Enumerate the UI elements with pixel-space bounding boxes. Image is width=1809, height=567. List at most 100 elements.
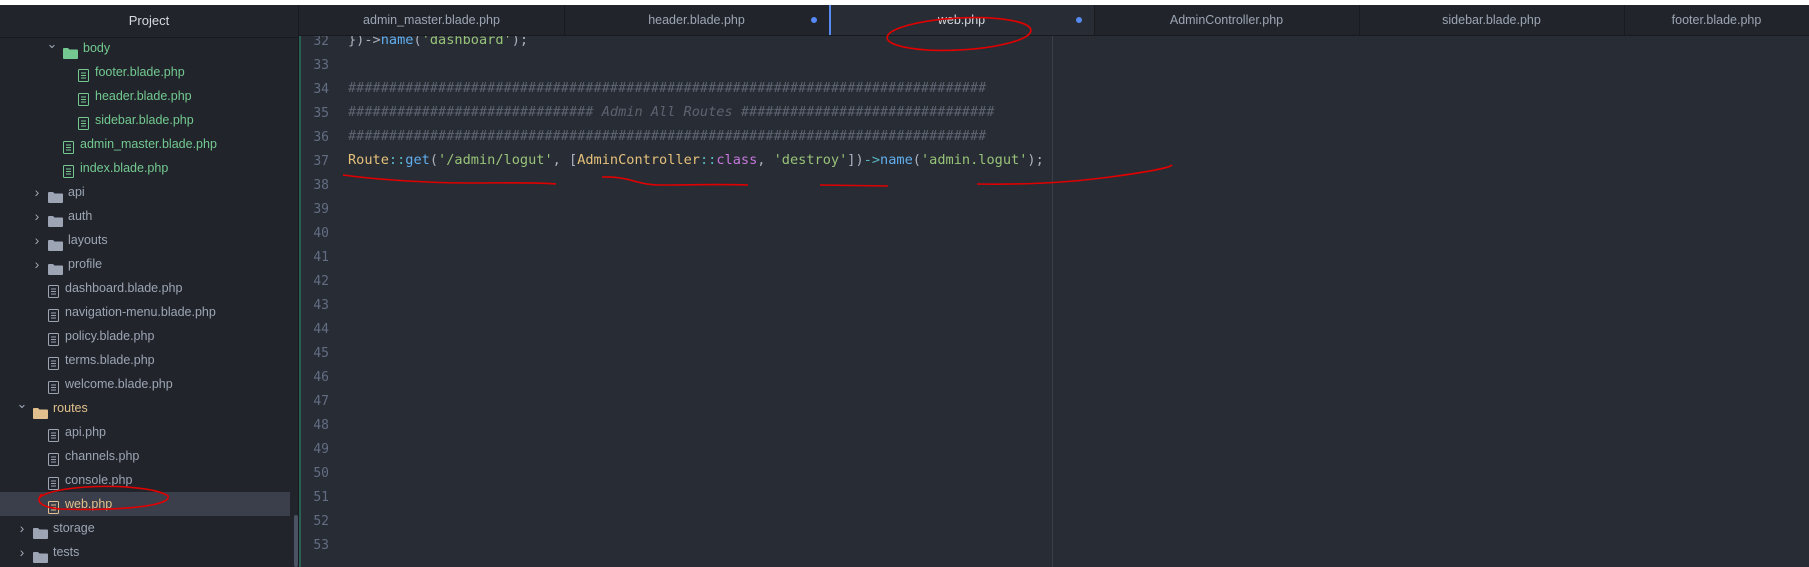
chevron-right-icon[interactable]: › xyxy=(31,204,43,228)
code-token: AdminController xyxy=(577,152,700,168)
code-token: 'dashboard' xyxy=(421,36,512,48)
line-number: 45 xyxy=(313,346,329,361)
chevron-right-icon[interactable]: › xyxy=(31,228,43,252)
line-number: 38 xyxy=(313,178,329,193)
line-number: 51 xyxy=(313,490,329,505)
chevron-right-icon[interactable]: › xyxy=(16,540,28,564)
tab-sidebar-blade-php[interactable]: sidebar.blade.php xyxy=(1359,5,1625,35)
tree-item-label: channels.php xyxy=(65,449,140,463)
file-text-icon xyxy=(48,474,59,490)
tree-file-navigation-menu-blade-php[interactable]: navigation-menu.blade.php xyxy=(0,300,290,324)
chevron-right-icon[interactable]: › xyxy=(31,180,43,204)
code-token: :: xyxy=(699,152,717,168)
tree-item-label: body xyxy=(83,41,111,55)
chevron-right-icon[interactable]: › xyxy=(16,516,28,540)
wrap-guide xyxy=(1052,36,1053,567)
code-token: ########################################… xyxy=(348,80,987,96)
tree-file-channels-php[interactable]: channels.php xyxy=(0,444,290,468)
file-text-icon xyxy=(48,354,59,370)
modified-dot-icon[interactable] xyxy=(811,17,817,23)
code-line[interactable]: ########################################… xyxy=(348,128,986,144)
tree-file-api-php[interactable]: api.php xyxy=(0,420,290,444)
chevron-right-icon[interactable]: › xyxy=(31,252,43,276)
tree-file-policy-blade-php[interactable]: policy.blade.php xyxy=(0,324,290,348)
code-line[interactable]: ############################## Admin All… xyxy=(348,104,995,120)
tree-folder-storage[interactable]: › storage xyxy=(0,516,290,540)
file-text-icon xyxy=(78,66,89,82)
tree-file-dashboard-blade-php[interactable]: dashboard.blade.php xyxy=(0,276,290,300)
code-token: name xyxy=(880,152,913,168)
tree-item-label: welcome.blade.php xyxy=(65,377,173,391)
code-token: ( xyxy=(912,152,921,168)
code-token: 'admin.logut' xyxy=(920,152,1028,168)
line-number: 47 xyxy=(313,394,329,409)
tree-file-welcome-blade-php[interactable]: welcome.blade.php xyxy=(0,372,290,396)
folder-icon xyxy=(33,547,48,563)
tree-file-sidebar-blade-php[interactable]: sidebar.blade.php xyxy=(0,108,290,132)
code-line[interactable]: })->name('dashboard'); xyxy=(348,36,528,48)
tree-item-label: admin_master.blade.php xyxy=(80,137,217,151)
tab-admin-master-blade-php[interactable]: admin_master.blade.php xyxy=(299,5,565,35)
line-number: 44 xyxy=(313,322,329,337)
file-text-icon xyxy=(78,114,89,130)
tree-folder-auth[interactable]: › auth xyxy=(0,204,290,228)
tree-item-label: index.blade.php xyxy=(80,161,169,175)
tab-label: web.php xyxy=(937,13,986,27)
code-token: get xyxy=(405,152,430,168)
code-line[interactable]: ########################################… xyxy=(348,80,986,96)
tree-folder-profile[interactable]: › profile xyxy=(0,252,290,276)
tree-file-console-php[interactable]: console.php xyxy=(0,468,290,492)
tree-folder-body[interactable]: ⌄ body xyxy=(0,36,290,60)
sidebar-scrollbar[interactable] xyxy=(294,515,298,567)
tree-folder-tests[interactable]: › tests xyxy=(0,540,290,564)
code-token: })-> xyxy=(348,36,381,48)
file-text-icon xyxy=(48,498,59,514)
line-number: 36 xyxy=(313,130,329,145)
tree-file-footer-blade-php[interactable]: footer.blade.php xyxy=(0,60,290,84)
tab-header-blade-php[interactable]: header.blade.php xyxy=(564,5,830,35)
line-number: 34 xyxy=(313,82,329,97)
tree-item-label: routes xyxy=(53,401,88,415)
code-token: name xyxy=(380,36,414,48)
code-token: -> xyxy=(863,152,881,168)
tab-label: admin_master.blade.php xyxy=(363,13,500,27)
file-text-icon xyxy=(48,306,59,322)
code-token: Route xyxy=(348,152,389,168)
tree-file-admin-master-blade-php[interactable]: admin_master.blade.php xyxy=(0,132,290,156)
line-number: 40 xyxy=(313,226,329,241)
tab-footer-blade-php[interactable]: footer.blade.php xyxy=(1624,5,1809,35)
tree-item-label: web.php xyxy=(65,497,113,511)
tree-folder-routes[interactable]: ⌄ routes xyxy=(0,396,290,420)
tab-label: AdminController.php xyxy=(1169,13,1284,27)
tree-file-web-php[interactable]: web.php xyxy=(0,492,290,516)
tab-web-php[interactable]: web.php xyxy=(829,5,1095,35)
tree-file-terms-blade-php[interactable]: terms.blade.php xyxy=(0,348,290,372)
tab-admincontroller-php[interactable]: AdminController.php xyxy=(1094,5,1360,35)
tree-folder-api[interactable]: › api xyxy=(0,180,290,204)
file-tree: ⌄ body footer.blade.php header.blade.php sid… xyxy=(0,36,290,564)
chevron-down-icon[interactable]: ⌄ xyxy=(46,32,58,56)
tree-item-label: auth xyxy=(68,209,93,223)
line-number: 42 xyxy=(313,274,329,289)
folder-icon xyxy=(63,43,78,59)
tree-folder-layouts[interactable]: › layouts xyxy=(0,228,290,252)
code-token: ); xyxy=(511,36,529,48)
code-token: ############################## Admin All… xyxy=(348,104,995,120)
tree-item-label: storage xyxy=(53,521,95,535)
tree-item-label: header.blade.php xyxy=(95,89,192,103)
chevron-down-icon[interactable]: ⌄ xyxy=(16,392,28,416)
tree-item-label: terms.blade.php xyxy=(65,353,155,367)
tree-item-label: dashboard.blade.php xyxy=(65,281,183,295)
code-line[interactable]: Route::get('/admin/logut', [AdminControl… xyxy=(348,152,1044,168)
code-token: ########################################… xyxy=(348,128,987,144)
tree-file-header-blade-php[interactable]: header.blade.php xyxy=(0,84,290,108)
code-editor[interactable]: 32})->name('dashboard'); 33 34 ############… xyxy=(299,36,1809,567)
tab-bar: admin_master.blade.php header.blade.php we… xyxy=(299,5,1809,36)
code-token: 'destroy' xyxy=(773,152,848,168)
tree-file-index-blade-php[interactable]: index.blade.php xyxy=(0,156,290,180)
folder-icon xyxy=(33,523,48,539)
modified-dot-icon[interactable] xyxy=(1076,17,1082,23)
file-text-icon xyxy=(48,282,59,298)
folder-icon xyxy=(48,187,63,203)
tree-item-label: tests xyxy=(53,545,80,559)
